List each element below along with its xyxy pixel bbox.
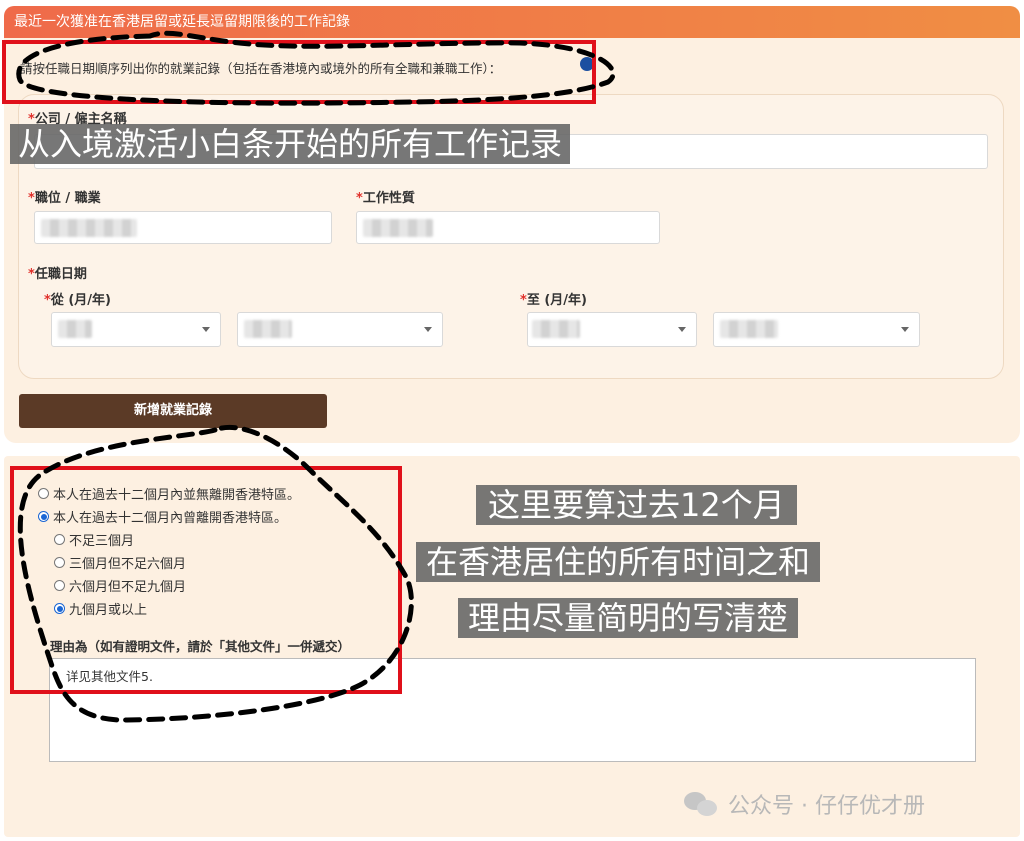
caption-line-2: 在香港居住的所有时间之和 (416, 542, 821, 582)
caption-line-1: 这里要算过去12个月 (476, 485, 797, 525)
watermark: 公众号 · 仔仔优才册 (684, 788, 925, 820)
caption-work-records: 从入境激活小白条开始的所有工作记录 (10, 124, 571, 164)
wechat-icon (684, 792, 720, 816)
caption-line-3: 理由尽量简明的写清楚 (458, 598, 799, 638)
dashed-loop-bottom (17, 424, 414, 723)
watermark-text: 公众号 · 仔仔优才册 (728, 794, 925, 819)
dashed-loop-top (16, 30, 616, 106)
